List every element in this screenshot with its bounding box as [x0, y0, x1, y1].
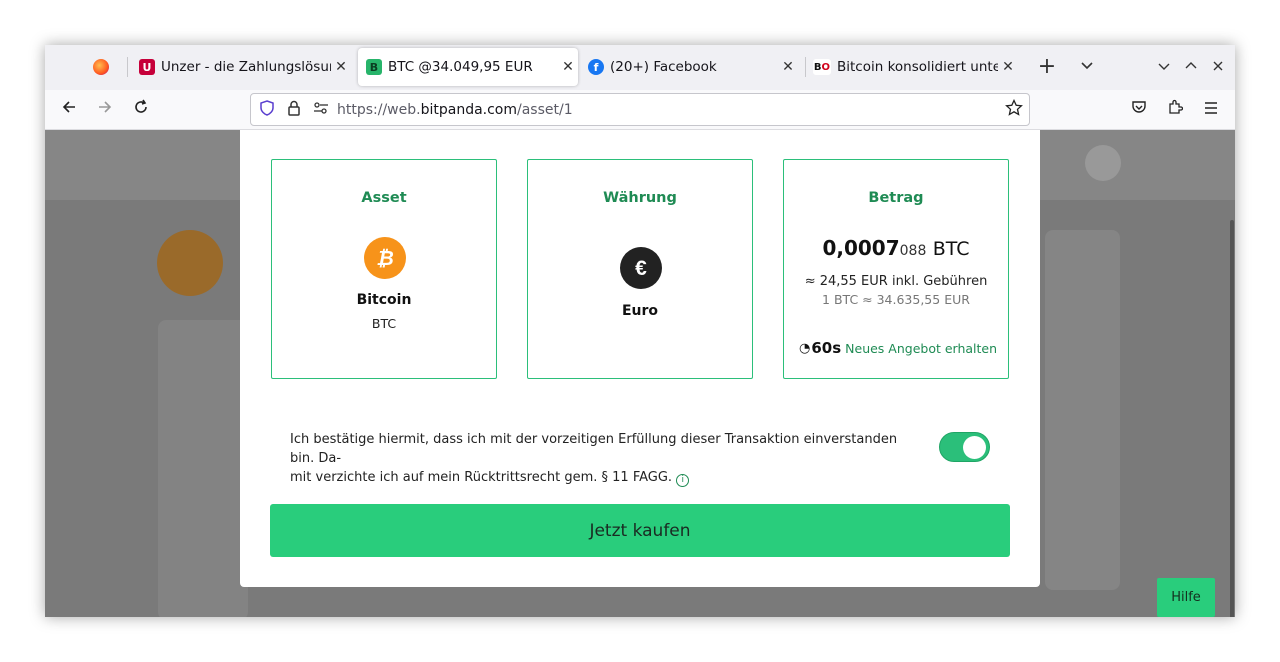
page-content: Asset ₿ Bitcoin BTC Währung € Euro Betra… [45, 130, 1235, 617]
extensions-icon[interactable] [1164, 99, 1186, 121]
currency-name: Euro [621, 303, 659, 319]
amount-tail: 088 [899, 243, 927, 259]
offer-timer: 60s [811, 339, 842, 357]
consent-line-1: Ich bestätige hiermit, dass ich mit der … [290, 432, 898, 466]
buy-modal: Asset ₿ Bitcoin BTC Währung € Euro Betra… [240, 130, 1040, 587]
info-icon[interactable]: i [676, 474, 690, 487]
unzer-icon: U [139, 59, 155, 75]
tab-bitpanda[interactable]: B BTC @34.049,95 EUR ✕ [358, 48, 578, 86]
asset-heading: Asset [361, 190, 407, 206]
consent-line-2: mit verzichte ich auf mein Rücktrittsrec… [290, 470, 673, 485]
url-prefix: https://web. [337, 101, 421, 118]
asset-symbol: BTC [371, 316, 397, 331]
tab-firefox[interactable] [93, 48, 123, 86]
new-offer-link[interactable]: Neues Angebot erhalten [845, 341, 997, 356]
url-path: /asset/1 [517, 101, 573, 118]
close-icon[interactable]: ✕ [331, 59, 351, 75]
svg-text:₿: ₿ [376, 248, 394, 270]
list-tabs-icon[interactable] [1077, 57, 1097, 77]
consent-text: Ich bestätige hiermit, dass ich mit der … [290, 430, 920, 487]
svg-text:€: € [635, 257, 647, 280]
shield-icon[interactable] [259, 99, 275, 120]
tab-unzer[interactable]: U Unzer - die Zahlungslösung ✕ [139, 48, 351, 86]
close-icon[interactable]: ✕ [778, 59, 798, 75]
exchange-rate: 1 BTC ≈ 34.635,55 EUR [822, 292, 970, 307]
amount-main: 0,0007 [822, 236, 900, 260]
tab-title: BTC @34.049,95 EUR [388, 59, 533, 75]
euro-icon: € [620, 247, 662, 289]
url-domain: bitpanda.com [420, 101, 518, 118]
lock-icon[interactable] [287, 100, 301, 120]
close-icon[interactable]: ✕ [998, 59, 1018, 75]
timer-icon: ◔ [799, 340, 811, 356]
tab-bar: U Unzer - die Zahlungslösung ✕ B BTC @34… [45, 45, 1235, 90]
currency-card[interactable]: Währung € Euro [527, 159, 753, 379]
background-panel [158, 320, 248, 617]
background-avatar [1085, 145, 1121, 181]
toggle-knob [963, 436, 986, 459]
reload-icon[interactable] [130, 99, 152, 121]
tab-bo[interactable]: BO Bitcoin konsolidiert unter 6 ✕ [813, 48, 1018, 86]
tab-title: Bitcoin konsolidiert unter 6 [837, 59, 998, 75]
consent-toggle[interactable] [939, 432, 990, 462]
new-tab-button[interactable]: + [1037, 56, 1057, 78]
tab-facebook[interactable]: f (20+) Facebook ✕ [588, 48, 798, 86]
facebook-icon: f [588, 59, 604, 75]
bitpanda-icon: B [366, 59, 382, 75]
minimize-icon[interactable] [1154, 57, 1174, 77]
window-close-icon[interactable] [1208, 57, 1228, 77]
bo-icon: BO [813, 59, 831, 75]
close-icon[interactable]: ✕ [558, 59, 578, 75]
help-button[interactable]: Hilfe [1157, 578, 1215, 617]
maximize-icon[interactable] [1181, 57, 1201, 77]
amount-heading: Betrag [868, 190, 924, 206]
offer-timer-row: ◔ 60s Neues Angebot erhalten [799, 339, 998, 357]
url-text[interactable]: https://web.bitpanda.com/asset/1 [337, 102, 573, 118]
buy-now-button[interactable]: Jetzt kaufen [270, 504, 1010, 557]
eur-approx: ≈ 24,55 EUR inkl. Gebühren [804, 274, 988, 289]
url-bar[interactable]: https://web.bitpanda.com/asset/1 [250, 93, 1030, 126]
asset-name: Bitcoin [356, 292, 412, 308]
tab-title: (20+) Facebook [610, 59, 717, 75]
firefox-icon [93, 59, 109, 75]
nav-bar: https://web.bitpanda.com/asset/1 [45, 90, 1235, 130]
pocket-icon[interactable] [1128, 99, 1150, 121]
back-icon[interactable] [58, 99, 80, 121]
forward-icon[interactable] [94, 99, 116, 121]
bookmark-star-icon[interactable] [1005, 98, 1023, 121]
background-sidebar [1045, 230, 1120, 590]
amount-unit: BTC [932, 238, 970, 260]
menu-icon[interactable] [1200, 99, 1222, 121]
background-coin [157, 230, 223, 296]
scrollbar[interactable] [1230, 220, 1234, 617]
asset-card[interactable]: Asset ₿ Bitcoin BTC [271, 159, 497, 379]
amount-card: Betrag 0,0007088 BTC ≈ 24,55 EUR inkl. G… [783, 159, 1009, 379]
permissions-icon[interactable] [313, 101, 329, 119]
tab-title: Unzer - die Zahlungslösung [161, 59, 331, 75]
browser-window: U Unzer - die Zahlungslösung ✕ B BTC @34… [45, 45, 1235, 617]
amount-value: 0,0007088 BTC [784, 236, 1008, 260]
currency-heading: Währung [603, 190, 677, 206]
bitcoin-icon: ₿ [364, 237, 406, 279]
